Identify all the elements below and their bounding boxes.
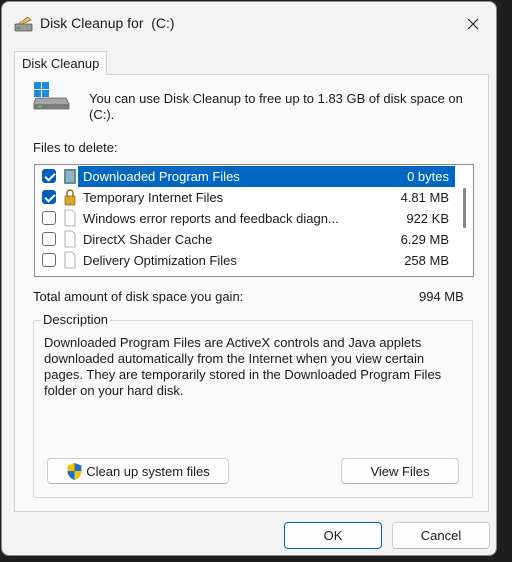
close-icon	[467, 18, 479, 30]
description-title: Description	[41, 312, 111, 327]
item-name: DirectX Shader Cache	[83, 232, 213, 247]
tab-disk-cleanup[interactable]: Disk Cleanup	[14, 51, 108, 75]
cancel-label: Cancel	[420, 528, 462, 543]
item-size: 4.81 MB	[400, 190, 449, 205]
total-value: 994 MB	[419, 289, 464, 304]
tab-panel: You can use Disk Cleanup to free up to 1…	[14, 74, 489, 512]
scrollbar-thumb[interactable]	[463, 188, 466, 228]
view-files-button[interactable]: View Files	[341, 458, 459, 484]
view-files-label: View Files	[370, 463, 430, 479]
item-name: Temporary Internet Files	[83, 190, 224, 205]
item-size: 6.29 MB	[400, 232, 449, 247]
file-icon	[64, 209, 76, 227]
clean-up-system-files-button[interactable]: Clean up system files	[47, 458, 229, 484]
drive-icon	[33, 82, 70, 110]
checkbox[interactable]	[42, 190, 56, 204]
item-name: Delivery Optimization Files	[83, 253, 237, 268]
close-button[interactable]	[450, 2, 496, 46]
file-icon	[64, 251, 76, 269]
file-icon	[64, 230, 76, 248]
item-size: 258 MB	[404, 253, 449, 268]
checkbox[interactable]	[42, 169, 56, 183]
list-item[interactable]: DirectX Shader Cache 6.29 MB	[37, 229, 455, 250]
description-text: Downloaded Program Files are ActiveX con…	[44, 335, 442, 398]
info-text: You can use Disk Cleanup to free up to 1…	[89, 91, 463, 122]
lock-icon	[64, 189, 76, 206]
checkbox[interactable]	[42, 211, 56, 225]
list-item[interactable]: Temporary Internet Files 4.81 MB	[37, 187, 455, 208]
window-title: Disk Cleanup for (C:)	[40, 15, 175, 31]
list-item[interactable]: Delivery Optimization Files 258 MB	[37, 250, 455, 271]
checkbox[interactable]	[42, 253, 56, 267]
files-to-delete-label: Files to delete:	[33, 140, 118, 155]
ok-label: OK	[323, 528, 343, 543]
scrollbar[interactable]	[456, 166, 472, 275]
list-item[interactable]: Downloaded Program Files 0 bytes	[37, 166, 455, 187]
item-size: 922 KB	[406, 211, 449, 226]
list-item[interactable]: Windows error reports and feedback diagn…	[37, 208, 455, 229]
ok-button[interactable]: OK	[284, 522, 382, 549]
folder-icon	[64, 169, 76, 184]
clean-up-system-files-label: Clean up system files	[86, 463, 210, 479]
title-bar: Disk Cleanup for (C:)	[2, 2, 496, 46]
item-name: Windows error reports and feedback diagn…	[83, 211, 339, 226]
item-name: Downloaded Program Files	[83, 169, 240, 184]
disk-cleanup-window: Disk Cleanup for (C:) Disk Cleanup You c…	[1, 1, 497, 556]
total-label: Total amount of disk space you gain:	[33, 289, 244, 304]
checkbox[interactable]	[42, 232, 56, 246]
shield-icon	[67, 462, 82, 480]
item-size: 0 bytes	[407, 169, 449, 184]
cancel-button[interactable]: Cancel	[392, 522, 490, 549]
disk-cleanup-icon	[14, 16, 33, 32]
files-listbox[interactable]: Downloaded Program Files 0 bytes Temporary…	[34, 164, 474, 277]
